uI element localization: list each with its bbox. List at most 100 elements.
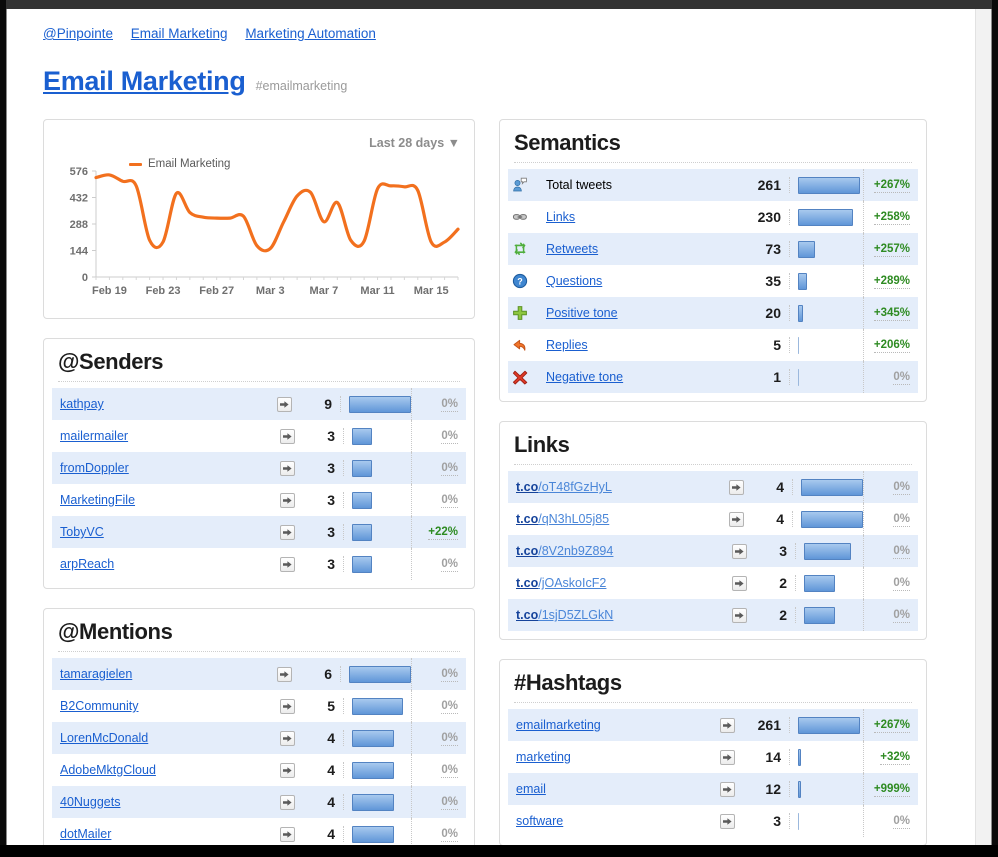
open-row-button[interactable]: [712, 781, 742, 797]
row-label-link[interactable]: LorenMcDonald: [60, 731, 148, 745]
open-row-button[interactable]: [712, 813, 742, 829]
open-row-button[interactable]: [272, 826, 302, 842]
row-label-link[interactable]: t.co/8V2nb9Z894: [516, 544, 613, 558]
table-row[interactable]: marketing 14 +32%: [508, 741, 918, 773]
arrow-right-icon[interactable]: [279, 762, 295, 778]
table-row[interactable]: TobyVC 3 +22%: [52, 516, 466, 548]
open-row-button[interactable]: [724, 543, 754, 559]
table-row[interactable]: software 3 0%: [508, 805, 918, 837]
row-label-link[interactable]: t.co/1sjD5ZLGkN: [516, 608, 613, 622]
row-label-link[interactable]: fromDoppler: [60, 461, 129, 475]
row-label-link[interactable]: Replies: [546, 338, 588, 352]
row-label-link[interactable]: kathpay: [60, 397, 104, 411]
open-row-button[interactable]: [272, 556, 302, 572]
row-label-link[interactable]: emailmarketing: [516, 718, 601, 732]
date-range-dropdown[interactable]: Last 28 days ▼: [369, 136, 460, 150]
arrow-right-icon[interactable]: [279, 556, 295, 572]
arrow-right-icon[interactable]: [728, 511, 744, 527]
arrow-right-icon[interactable]: [279, 730, 295, 746]
page-title[interactable]: Email Marketing: [43, 66, 246, 97]
row-label-link[interactable]: Questions: [546, 274, 602, 288]
table-row[interactable]: t.co/8V2nb9Z894 3 0%: [508, 535, 918, 567]
table-row[interactable]: MarketingFile 3 0%: [52, 484, 466, 516]
table-row[interactable]: fromDoppler 3 0%: [52, 452, 466, 484]
open-row-button[interactable]: [724, 575, 754, 591]
table-row[interactable]: Retweets 73 +257%: [508, 233, 918, 265]
vertical-scrollbar[interactable]: [975, 9, 991, 845]
open-row-button[interactable]: [269, 666, 299, 682]
arrow-right-icon[interactable]: [731, 575, 747, 591]
arrow-right-icon[interactable]: [719, 749, 735, 765]
row-label-link[interactable]: t.co/jOAskoIcF2: [516, 576, 606, 590]
row-label-link[interactable]: Negative tone: [546, 370, 623, 384]
row-label-link[interactable]: B2Community: [60, 699, 139, 713]
open-row-button[interactable]: [724, 607, 754, 623]
row-label-link[interactable]: software: [516, 814, 563, 828]
row-label-link[interactable]: email: [516, 782, 546, 796]
table-row[interactable]: LorenMcDonald 4 0%: [52, 722, 466, 754]
row-label-link[interactable]: t.co/qN3hL05j85: [516, 512, 609, 526]
row-label-link[interactable]: Retweets: [546, 242, 598, 256]
open-row-button[interactable]: [721, 479, 751, 495]
table-row[interactable]: AdobeMktgCloud 4 0%: [52, 754, 466, 786]
open-row-button[interactable]: [721, 511, 751, 527]
table-row[interactable]: t.co/jOAskoIcF2 2 0%: [508, 567, 918, 599]
breadcrumb-link-pinpointe[interactable]: @Pinpointe: [43, 26, 113, 41]
row-label-link[interactable]: Positive tone: [546, 306, 618, 320]
open-row-button[interactable]: [272, 428, 302, 444]
table-row[interactable]: Negative tone 1 0%: [508, 361, 918, 393]
row-label-link[interactable]: dotMailer: [60, 827, 111, 841]
open-row-button[interactable]: [272, 730, 302, 746]
table-row[interactable]: Links 230 +258%: [508, 201, 918, 233]
table-row[interactable]: t.co/oT48fGzHyL 4 0%: [508, 471, 918, 503]
row-label-link[interactable]: t.co/oT48fGzHyL: [516, 480, 612, 494]
table-row[interactable]: B2Community 5 0%: [52, 690, 466, 722]
arrow-right-icon[interactable]: [719, 813, 735, 829]
arrow-right-icon[interactable]: [276, 396, 292, 412]
breadcrumb-link-marketing-automation[interactable]: Marketing Automation: [245, 26, 376, 41]
table-row[interactable]: 40Nuggets 4 0%: [52, 786, 466, 818]
open-row-button[interactable]: [272, 794, 302, 810]
row-label-link[interactable]: marketing: [516, 750, 571, 764]
arrow-right-icon[interactable]: [279, 492, 295, 508]
table-row[interactable]: kathpay 9 0%: [52, 388, 466, 420]
open-row-button[interactable]: [272, 762, 302, 778]
arrow-right-icon[interactable]: [279, 460, 295, 476]
table-row[interactable]: Replies 5 +206%: [508, 329, 918, 361]
row-label-link[interactable]: AdobeMktgCloud: [60, 763, 156, 777]
open-row-button[interactable]: [269, 396, 299, 412]
table-row[interactable]: arpReach 3 0%: [52, 548, 466, 580]
arrow-right-icon[interactable]: [719, 717, 735, 733]
table-row[interactable]: email 12 +999%: [508, 773, 918, 805]
arrow-right-icon[interactable]: [279, 794, 295, 810]
open-row-button[interactable]: [712, 717, 742, 733]
arrow-right-icon[interactable]: [279, 428, 295, 444]
row-label-link[interactable]: tamaragielen: [60, 667, 132, 681]
arrow-right-icon[interactable]: [731, 543, 747, 559]
open-row-button[interactable]: [272, 698, 302, 714]
table-row[interactable]: t.co/1sjD5ZLGkN 2 0%: [508, 599, 918, 631]
open-row-button[interactable]: [712, 749, 742, 765]
open-row-button[interactable]: [272, 492, 302, 508]
table-row[interactable]: ? Questions 35 +289%: [508, 265, 918, 297]
arrow-right-icon[interactable]: [279, 524, 295, 540]
open-row-button[interactable]: [272, 460, 302, 476]
arrow-right-icon[interactable]: [719, 781, 735, 797]
arrow-right-icon[interactable]: [728, 479, 744, 495]
row-label-link[interactable]: 40Nuggets: [60, 795, 120, 809]
open-row-button[interactable]: [272, 524, 302, 540]
table-row[interactable]: dotMailer 4 0%: [52, 818, 466, 845]
arrow-right-icon[interactable]: [731, 607, 747, 623]
table-row[interactable]: Positive tone 20 +345%: [508, 297, 918, 329]
row-label-link[interactable]: TobyVC: [60, 525, 104, 539]
table-row[interactable]: tamaragielen 6 0%: [52, 658, 466, 690]
row-label-link[interactable]: mailermailer: [60, 429, 128, 443]
breadcrumb-link-email-marketing[interactable]: Email Marketing: [131, 26, 228, 41]
row-label-link[interactable]: Links: [546, 210, 575, 224]
table-row[interactable]: mailermailer 3 0%: [52, 420, 466, 452]
table-row[interactable]: emailmarketing 261 +267%: [508, 709, 918, 741]
row-label-link[interactable]: arpReach: [60, 557, 114, 571]
arrow-right-icon[interactable]: [279, 826, 295, 842]
arrow-right-icon[interactable]: [276, 666, 292, 682]
table-row[interactable]: t.co/qN3hL05j85 4 0%: [508, 503, 918, 535]
